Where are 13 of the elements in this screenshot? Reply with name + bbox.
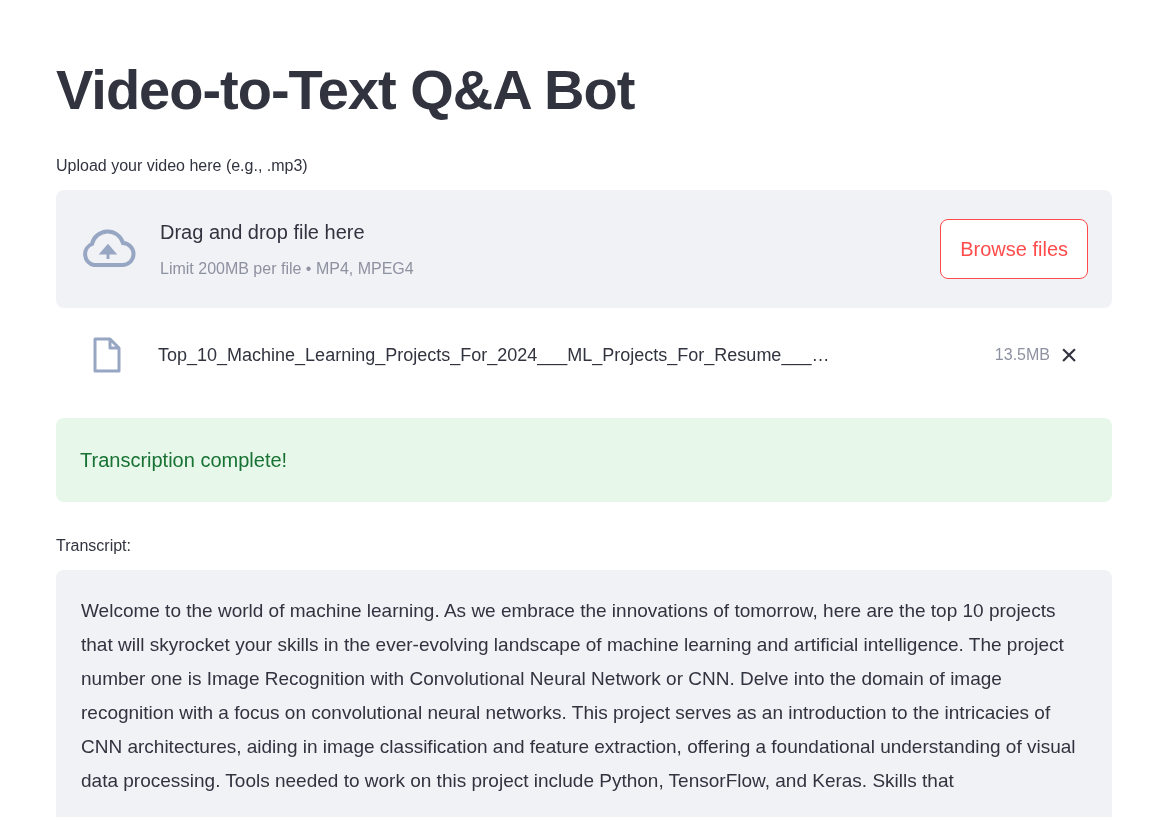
- upload-dropzone[interactable]: Drag and drop file here Limit 200MB per file • MP4, MPEG4 Browse files: [56, 190, 1112, 308]
- file-limit-text: Limit 200MB per file • MP4, MPEG4: [160, 259, 414, 279]
- transcript-text: Welcome to the world of machine learning. As we embrace the innovations of tomorrow, here are the top 10 projects that will skyrocket your skills in the ever-evolving landscape of machine learning and artificial intelligence. The project number one is Image Recognition with Convolutional Neural Network or CNN. Delve into the domain of image recognition with a focus on convolutional neural networks. This project serves as an introduction to the intricacies of CNN architectures, aiding in image classification and feature extraction, offering a foundational understanding of visual data processing. Tools needed to work on this project include Python, TensorFlow, and Keras. Skills that: [81, 599, 1077, 793]
- file-icon: [92, 337, 122, 373]
- uploaded-file-name: Top_10_Machine_Learning_Projects_For_2024___ML_Projects_For_Resume___…: [158, 343, 830, 368]
- file-size: 13.5MB: [994, 345, 1050, 365]
- success-alert: Transcription complete!: [56, 418, 1112, 502]
- remove-file-button[interactable]: ×: [1052, 338, 1086, 372]
- cloud-upload-icon: [80, 229, 136, 269]
- dropzone-instruction: Drag and drop file here: [160, 220, 365, 245]
- uploader-label: Upload your video here (e.g., .mp3): [56, 156, 308, 176]
- page-title: Video-to-Text Q&A Bot: [56, 57, 635, 123]
- transcript-label: Transcript:: [56, 536, 131, 556]
